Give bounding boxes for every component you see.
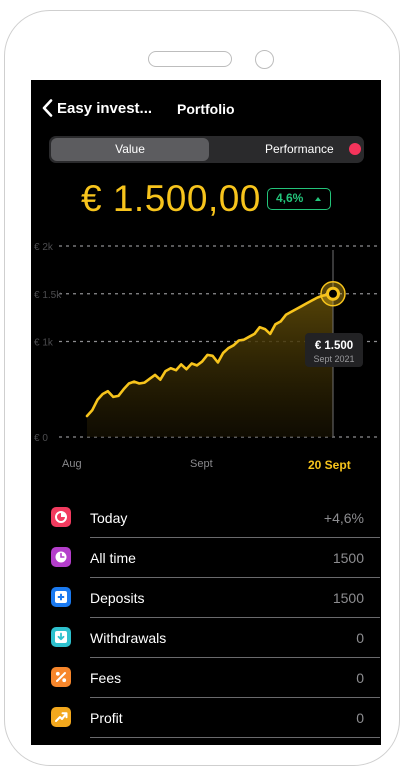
list-item-fees[interactable]: Fees 0 bbox=[31, 660, 381, 700]
change-badge-value: 4,6% bbox=[276, 191, 304, 205]
tooltip-date: Sept 2021 bbox=[313, 354, 354, 364]
clock-icon bbox=[51, 547, 71, 567]
x-tick-label: Aug bbox=[62, 458, 82, 470]
x-tick-label-selected[interactable]: 20 Sept bbox=[308, 458, 351, 472]
caret-up-icon bbox=[315, 197, 321, 201]
change-badge: 4,6% bbox=[267, 188, 331, 210]
y-tick-label: € 2k bbox=[34, 242, 54, 253]
item-label: Deposits bbox=[90, 590, 145, 606]
list-item-withdrawals[interactable]: Withdrawals 0 bbox=[31, 620, 381, 660]
segmented-control: Value Performance bbox=[49, 136, 364, 163]
nav-bar: Easy invest... Portfolio bbox=[31, 80, 381, 130]
list-item-deposits[interactable]: Deposits 1500 bbox=[31, 580, 381, 620]
performance-dot bbox=[349, 143, 361, 155]
item-value: +4,6% bbox=[323, 510, 364, 526]
item-label: All time bbox=[90, 550, 136, 566]
item-value: 1500 bbox=[332, 590, 364, 606]
chevron-left-icon bbox=[42, 99, 53, 117]
tab-performance-label: Performance bbox=[265, 142, 334, 156]
tooltip-value: € 1.500 bbox=[315, 340, 353, 352]
x-tick-label: Sept bbox=[190, 458, 213, 470]
y-tick-label: € 0 bbox=[34, 433, 48, 444]
item-label: Today bbox=[90, 510, 128, 526]
download-icon bbox=[51, 627, 71, 647]
y-tick-label: € 1k bbox=[34, 338, 54, 349]
data-point-marker[interactable] bbox=[326, 286, 340, 301]
back-label: Easy invest... bbox=[57, 99, 153, 117]
percent-icon bbox=[51, 667, 71, 687]
phone-camera bbox=[255, 50, 274, 69]
divider bbox=[90, 577, 380, 578]
tab-value[interactable]: Value bbox=[51, 138, 209, 161]
plus-square-icon bbox=[51, 587, 71, 607]
list-item-profit[interactable]: Profit 0 bbox=[31, 700, 381, 740]
y-tick-label: € 1.5k bbox=[34, 290, 62, 301]
item-value: 0 bbox=[356, 670, 364, 686]
list-item-today[interactable]: Today +4,6% bbox=[31, 500, 381, 540]
divider bbox=[90, 537, 380, 538]
phone-speaker bbox=[148, 51, 232, 67]
chart-area bbox=[87, 293, 333, 437]
pie-chart-icon bbox=[51, 507, 71, 527]
value-chart: € 2k € 1.5k € 1k € 0 € 1.500 Sept 2021 bbox=[34, 242, 381, 444]
divider bbox=[90, 617, 380, 618]
item-label: Fees bbox=[90, 670, 122, 686]
item-value: 1500 bbox=[332, 550, 364, 566]
list-item-all-time[interactable]: All time 1500 bbox=[31, 540, 381, 580]
divider bbox=[90, 737, 380, 738]
back-button[interactable]: Easy invest... bbox=[42, 99, 152, 117]
trend-up-icon bbox=[51, 707, 71, 727]
tab-performance[interactable]: Performance bbox=[211, 138, 362, 161]
page-title: Portfolio bbox=[177, 101, 235, 117]
item-value: 0 bbox=[356, 630, 364, 646]
divider bbox=[90, 697, 380, 698]
app-screen: Easy invest... Portfolio Value Performan… bbox=[31, 80, 381, 745]
item-value: 0 bbox=[356, 710, 364, 726]
item-label: Withdrawals bbox=[90, 630, 167, 646]
portfolio-amount: € 1.500,00 bbox=[81, 178, 261, 219]
divider bbox=[90, 657, 380, 658]
item-label: Profit bbox=[90, 710, 123, 726]
